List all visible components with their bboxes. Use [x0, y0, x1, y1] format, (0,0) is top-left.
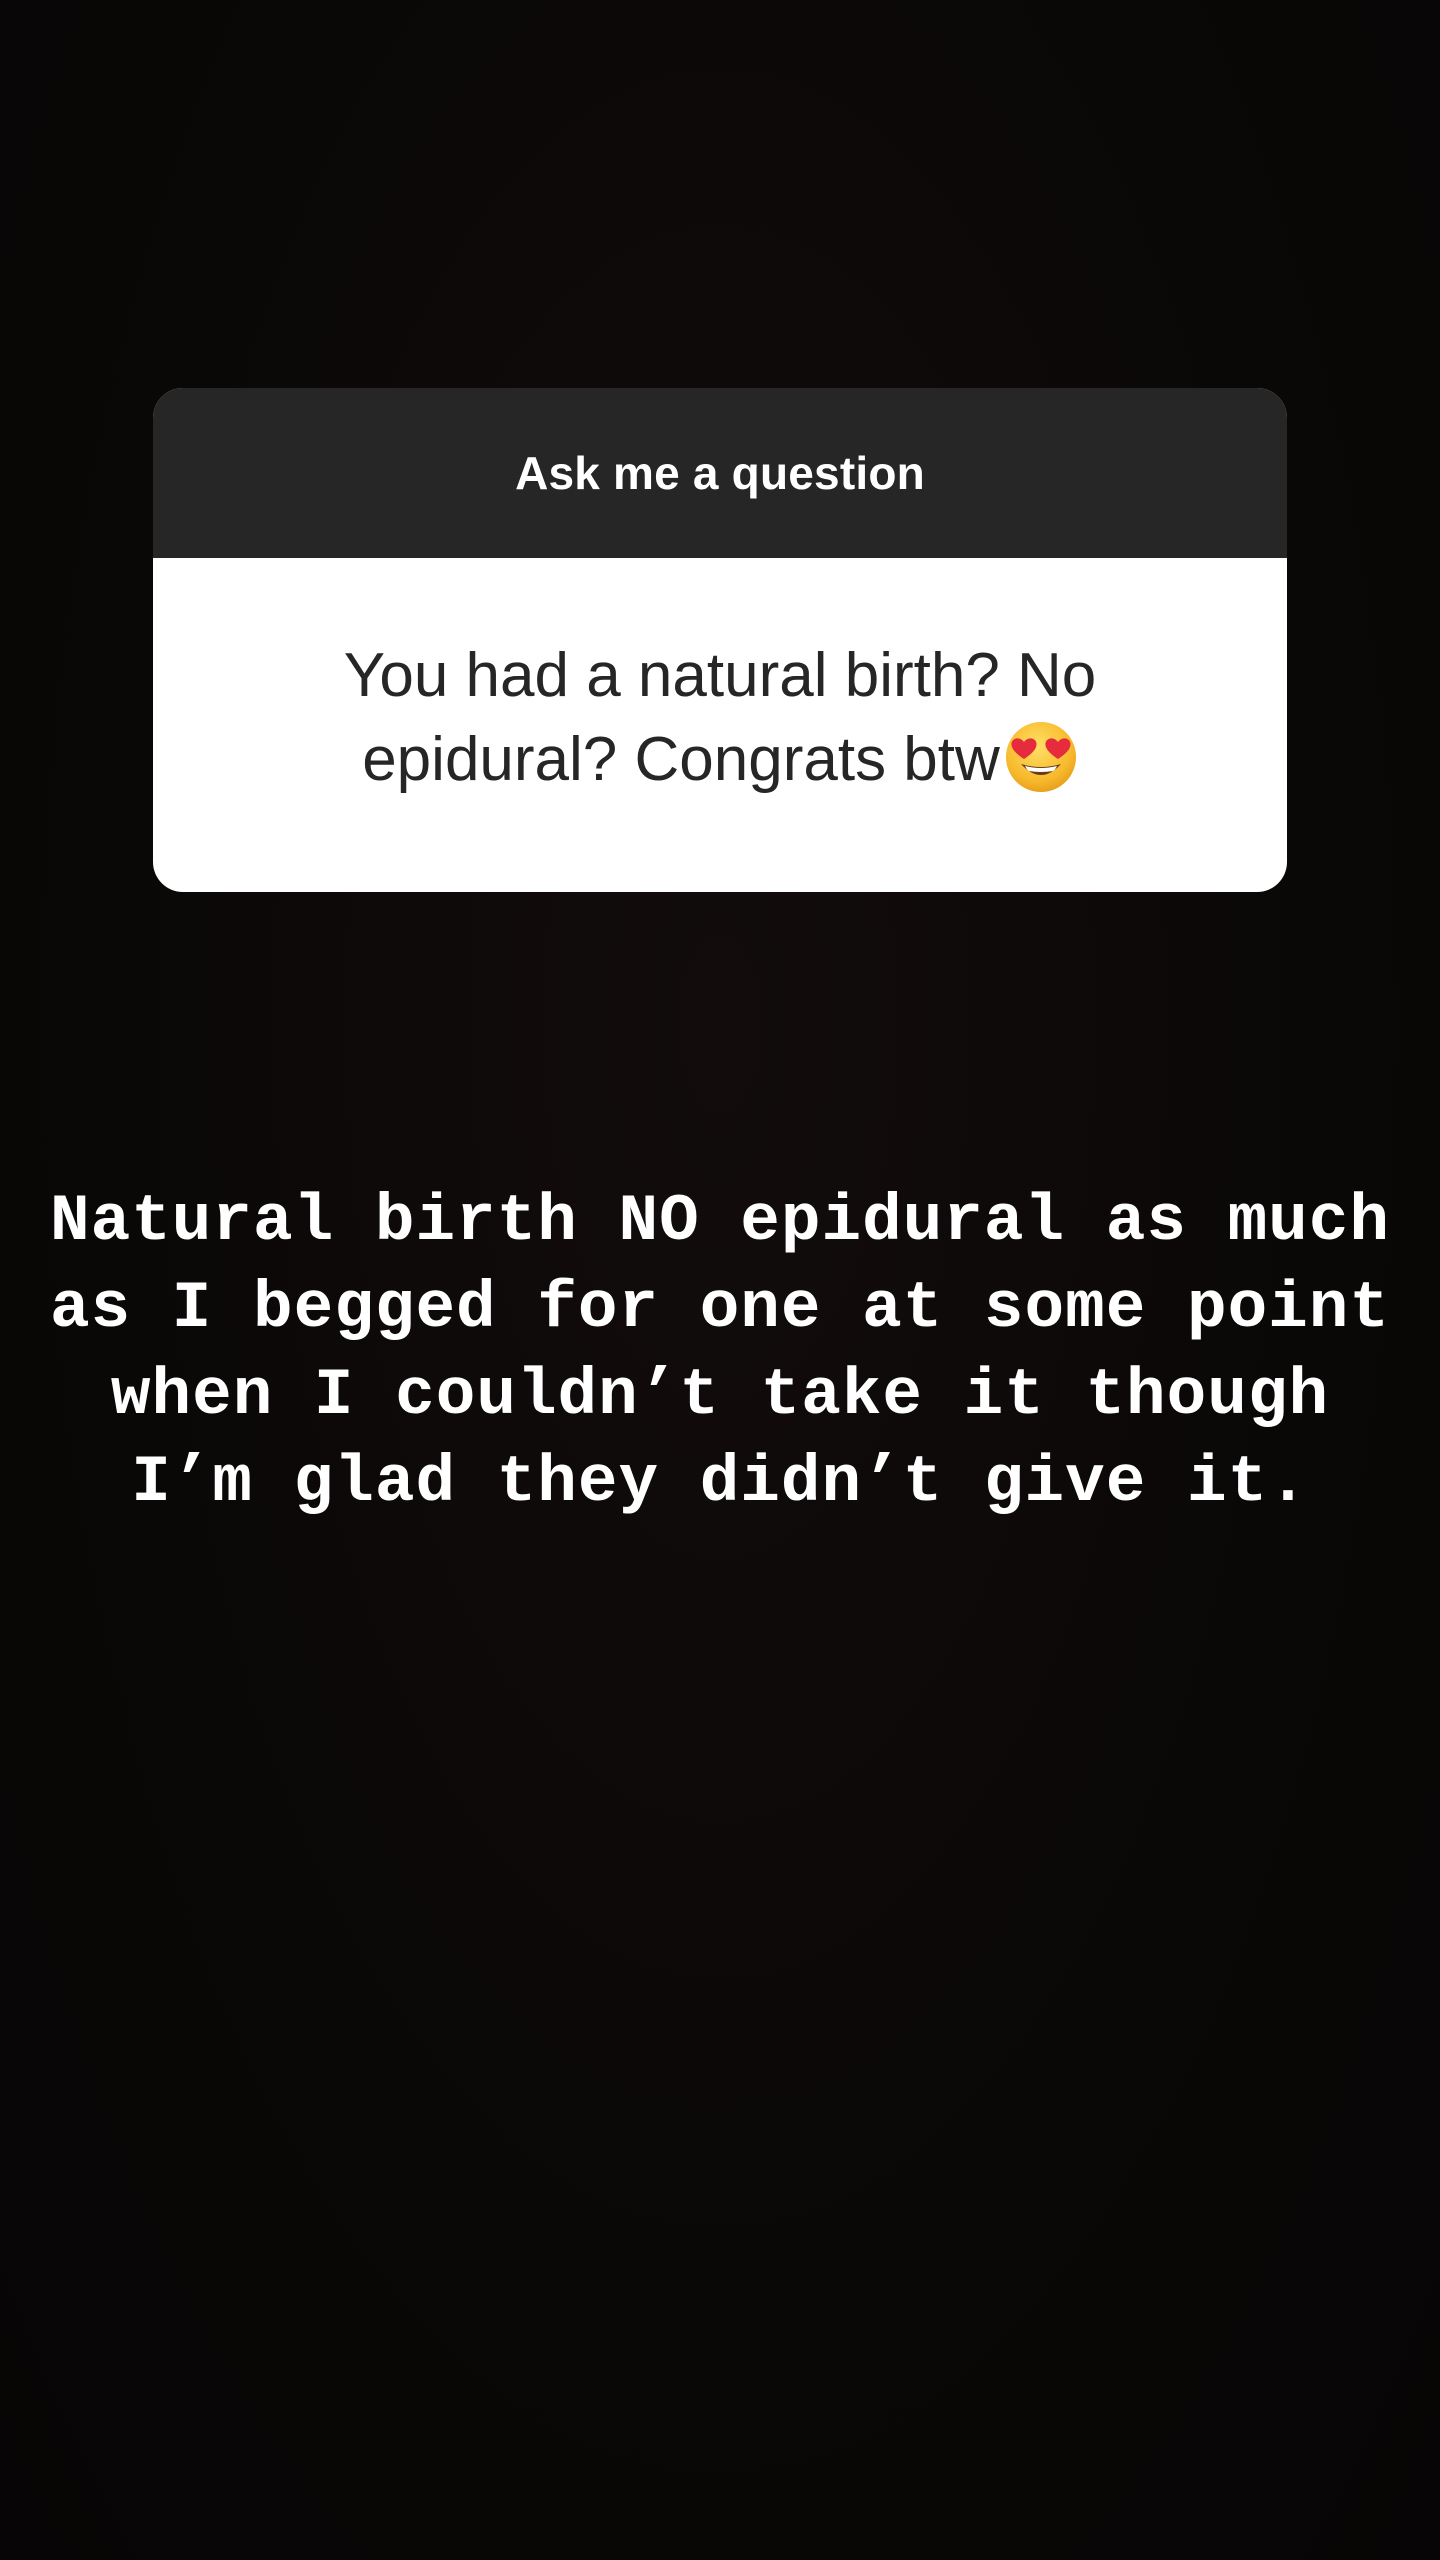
question-sticker-body: You had a natural birth? No epidural? Co… [153, 558, 1287, 892]
question-sticker-title: Ask me a question [515, 447, 925, 499]
answer-text: Natural birth NO epidural as much as I b… [49, 1184, 1390, 1520]
question-sticker[interactable]: Ask me a question You had a natural birt… [153, 388, 1287, 892]
heart-eyes-emoji-icon [1004, 720, 1078, 816]
question-sticker-header: Ask me a question [153, 388, 1287, 558]
question-text-container: You had a natural birth? No epidural? Co… [233, 634, 1207, 816]
question-text: You had a natural birth? No epidural? Co… [343, 641, 1097, 794]
